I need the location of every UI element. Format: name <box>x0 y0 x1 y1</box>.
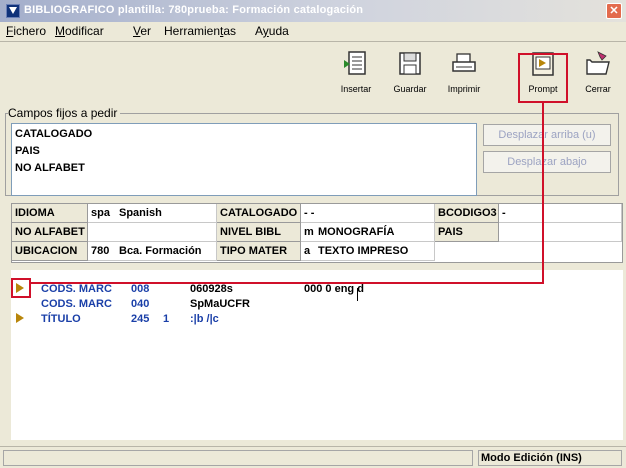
bcodigo-label: BCODIGO3 <box>435 204 499 223</box>
move-down-button[interactable]: Desplazar abajo <box>483 151 611 173</box>
idioma-field[interactable]: spa Spanish <box>88 204 217 223</box>
imprimir-label: Imprimir <box>447 84 481 94</box>
cerrar-button[interactable]: Cerrar <box>570 50 626 100</box>
menu-herramientas[interactable]: Herramientas <box>164 24 236 38</box>
noalfabet-label: NO ALFABET <box>12 223 88 242</box>
close-window-button[interactable]: ✕ <box>606 3 622 19</box>
bcodigo-field[interactable]: - <box>499 204 622 223</box>
field-arrow-icon <box>16 313 24 323</box>
close-icon: ✕ <box>609 5 619 17</box>
ubicacion-field[interactable]: 780 Bca. Formación <box>88 242 217 261</box>
app-icon <box>6 4 20 18</box>
text-cursor <box>357 288 358 301</box>
campos-fijos-list[interactable]: CATALOGADO PAIS NO ALFABET <box>11 123 477 196</box>
close-folder-icon <box>586 51 610 75</box>
nivel-bibl-label: NIVEL BIBL <box>217 223 301 242</box>
marc-indicator[interactable]: 1 <box>163 313 169 325</box>
annotation-line-vertical <box>542 103 544 283</box>
window-title: BIBLIOGRAFICO plantilla: 780prueba: Form… <box>24 4 364 16</box>
marc-tag[interactable]: 040 <box>131 298 149 310</box>
idioma-label: IDIOMA <box>12 204 88 223</box>
marc-data[interactable]: 060928s <box>190 283 233 295</box>
print-icon <box>452 53 476 72</box>
menu-ver[interactable]: Ver <box>133 24 151 38</box>
status-left-panel <box>3 450 473 466</box>
campo-item[interactable]: PAIS <box>15 145 40 157</box>
title-bar[interactable]: BIBLIOGRAFICO plantilla: 780prueba: Form… <box>0 0 626 22</box>
marc-label: CODS. MARC <box>41 283 112 295</box>
marc-data[interactable]: :|b /|c <box>190 313 219 325</box>
menu-fichero[interactable]: Fichero <box>6 24 46 38</box>
campo-item[interactable]: CATALOGADO <box>15 128 92 140</box>
tipo-mater-label: TIPO MATER <box>217 242 301 261</box>
marc-data-extra[interactable]: 000 0 eng d <box>304 283 364 295</box>
campo-item[interactable]: NO ALFABET <box>15 162 85 174</box>
pais-field[interactable] <box>499 223 622 242</box>
marc-data[interactable]: SpMaUCFR <box>190 298 250 310</box>
guardar-label: Guardar <box>393 84 427 94</box>
marc-label: TÍTULO <box>41 313 81 325</box>
catalog-window: BIBLIOGRAFICO plantilla: 780prueba: Form… <box>0 0 626 468</box>
current-field-arrow-icon <box>16 283 24 293</box>
campos-fijos-title: Campos fijos a pedir <box>8 106 121 120</box>
move-up-button[interactable]: Desplazar arriba (u) <box>483 124 611 146</box>
insertar-button[interactable]: Insertar <box>328 50 384 100</box>
menu-ayuda[interactable]: Ayuda <box>255 24 289 38</box>
catalogado-label: CATALOGADO <box>217 204 301 223</box>
status-bar: Modo Edición (INS) <box>0 446 626 468</box>
cerrar-label: Cerrar <box>585 84 611 94</box>
menu-modificar[interactable]: Modificar <box>55 24 104 38</box>
pais-label: PAIS <box>435 223 499 242</box>
catalogado-field[interactable]: - - <box>301 204 435 223</box>
tipo-mater-field[interactable]: a TEXTO IMPRESO <box>301 242 435 261</box>
insert-icon <box>344 51 366 75</box>
save-icon <box>399 52 421 75</box>
noalfabet-field[interactable] <box>88 223 217 242</box>
fixed-fields-grid: IDIOMA spa Spanish CATALOGADO - - BCODIGO… <box>11 203 623 263</box>
prompt-annotation-box <box>518 53 568 103</box>
marc-tag[interactable]: 008 <box>131 283 149 295</box>
toolbar-separator <box>0 41 626 42</box>
imprimir-button[interactable]: Imprimir <box>436 50 492 100</box>
nivel-bibl-field[interactable]: m MONOGRAFÍA <box>301 223 435 242</box>
edit-mode-status: Modo Edición (INS) <box>478 450 622 466</box>
marc-tag[interactable]: 245 <box>131 313 149 325</box>
insertar-label: Insertar <box>340 84 372 94</box>
marc-editor[interactable] <box>11 270 623 440</box>
ubicacion-label: UBICACION <box>12 242 88 261</box>
guardar-button[interactable]: Guardar <box>382 50 438 100</box>
menu-bar: Fichero Modificar Ver Herramientas Ayuda <box>0 22 626 40</box>
marc-label: CODS. MARC <box>41 298 112 310</box>
